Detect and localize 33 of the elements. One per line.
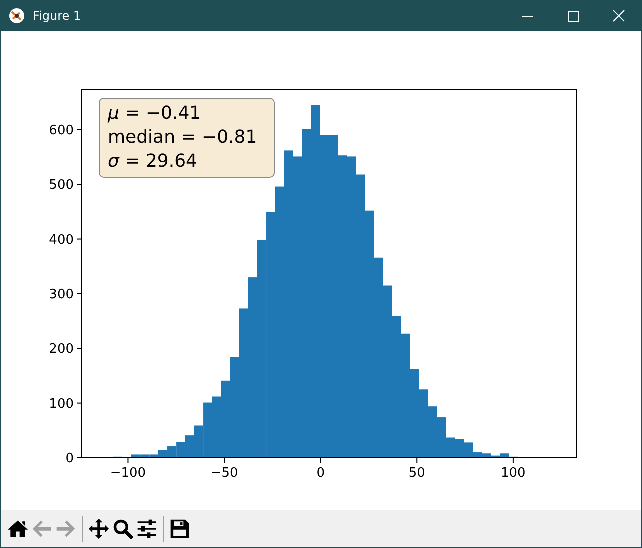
tick-mark — [128, 458, 129, 464]
tick-mark — [76, 184, 82, 186]
y-tick-label: 100 — [49, 396, 74, 412]
x-tick-label: 50 — [408, 466, 426, 481]
tick-mark — [224, 458, 226, 464]
tick-mark — [76, 238, 82, 240]
stat-text: μ = −0.41 — [108, 102, 202, 126]
tick-mark — [76, 293, 82, 294]
tick-mark — [76, 402, 82, 404]
app-icon — [9, 8, 25, 24]
y-tick-label: 0 — [66, 452, 74, 466]
tick-mark — [416, 458, 418, 464]
x-tick-label: −50 — [210, 466, 238, 481]
y-tick-label: 200 — [49, 342, 74, 358]
tick-mark — [320, 458, 322, 464]
tick-mark — [76, 348, 82, 350]
y-tick-label: 400 — [49, 232, 74, 248]
histogram-bar — [428, 406, 438, 458]
y-tick-label: 600 — [49, 123, 74, 138]
stat-text: σ = 29.64 — [108, 150, 198, 174]
y-tick-label: 300 — [49, 287, 74, 302]
x-tick-label: −100 — [110, 466, 146, 481]
close-icon[interactable] — [613, 10, 625, 22]
window-title: Figure 1 — [33, 8, 82, 25]
tick-mark — [76, 129, 82, 130]
x-tick-label: 0 — [316, 466, 325, 481]
histogram-bar — [455, 439, 464, 458]
x-tick-label: 100 — [501, 466, 526, 481]
maximize-icon[interactable] — [568, 10, 579, 22]
y-tick-label: 500 — [49, 178, 74, 194]
tick-mark — [512, 458, 514, 464]
histogram-bar — [176, 442, 186, 458]
stat-text: median = −0.81 — [108, 126, 258, 150]
